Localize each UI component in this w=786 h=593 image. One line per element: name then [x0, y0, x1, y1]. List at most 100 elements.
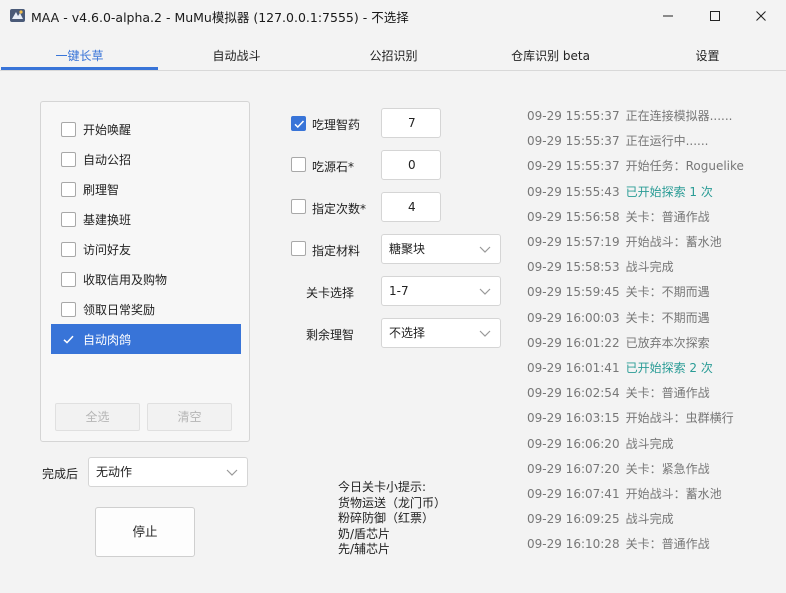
log-entry: 09-29 16:00:03 关卡：不期而遇 [527, 309, 710, 325]
log-timestamp: 09-29 15:58:53 [527, 260, 620, 275]
chevron-down-icon [479, 288, 491, 295]
task-item-startup[interactable]: 开始唤醒 [51, 114, 241, 144]
tab-divider [0, 70, 786, 71]
maximize-icon [710, 10, 720, 21]
tips-line: 粉碎防御（红票） [338, 511, 435, 525]
select-all-button[interactable]: 全选 [55, 403, 140, 431]
log-timestamp: 09-29 15:56:58 [527, 209, 620, 224]
times-checkbox[interactable] [291, 199, 306, 214]
remaining-sanity-value: 不选择 [389, 326, 426, 340]
log-message: 开始战斗：蓄水池 [625, 487, 722, 501]
log-timestamp: 09-29 16:07:20 [527, 461, 620, 476]
log-message: 战斗完成 [625, 260, 674, 275]
material-value: 糖聚块 [389, 242, 426, 256]
material-checkbox[interactable] [291, 241, 306, 256]
log-entry: 09-29 16:10:28 关卡：普通作战 [527, 535, 710, 551]
medicine-input[interactable]: 7 [381, 108, 441, 138]
log-message: 已开始探索 2 次 [625, 361, 713, 375]
check-icon [63, 335, 74, 344]
log-entry: 09-29 15:55:43 已开始探索 1 次 [527, 183, 713, 199]
window-title: MAA - v4.6.0-alpha.2 - MuMu模拟器 (127.0.0.… [31, 10, 409, 25]
log-entry: 09-29 15:57:19 开始战斗：蓄水池 [527, 233, 722, 249]
log-entry: 09-29 15:55:37 开始任务：Roguelike [527, 157, 744, 173]
task-checkbox[interactable] [61, 271, 76, 287]
log-entry: 09-29 16:07:20 关卡：紧急作战 [527, 460, 710, 476]
task-checkbox[interactable] [61, 211, 76, 227]
log-timestamp: 09-29 15:55:37 [527, 134, 620, 149]
log-message: 开始战斗：蓄水池 [625, 235, 722, 249]
log-entry: 09-29 15:59:45 关卡：不期而遇 [527, 283, 710, 299]
log-entry: 09-29 16:01:22 已放弃本次探索 [527, 334, 710, 350]
stage-label: 关卡选择 [306, 286, 355, 300]
stone-input[interactable]: 0 [381, 150, 441, 180]
after-completion-select[interactable]: 无动作 [88, 457, 248, 487]
log-message: 关卡：紧急作战 [625, 461, 710, 476]
task-label: 收取信用及购物 [83, 272, 168, 287]
medicine-checkbox[interactable] [291, 116, 306, 131]
tab-auto-battle[interactable]: 自动战斗 [158, 41, 315, 71]
stop-button[interactable]: 停止 [95, 507, 195, 557]
task-checkbox[interactable] [61, 301, 76, 317]
minimize-icon [663, 15, 673, 16]
task-checkbox[interactable] [61, 151, 76, 167]
tab-settings[interactable]: 设置 [629, 41, 786, 71]
log-timestamp: 09-29 15:57:19 [527, 235, 620, 249]
task-checkbox[interactable] [61, 241, 76, 257]
task-checkbox[interactable] [61, 181, 76, 197]
task-item-visit[interactable]: 访问好友 [51, 234, 241, 264]
chevron-down-icon [479, 246, 491, 253]
log-timestamp: 09-29 16:02:54 [527, 386, 620, 401]
minimize-button[interactable] [645, 0, 691, 31]
stone-checkbox[interactable] [291, 157, 306, 172]
log-timestamp: 09-29 15:55:37 [527, 109, 620, 123]
times-input[interactable]: 4 [381, 192, 441, 222]
log-message: 战斗完成 [625, 436, 674, 451]
task-checkbox[interactable] [61, 121, 76, 137]
log-timestamp: 09-29 16:03:15 [527, 411, 620, 426]
stone-label: 吃源石* [312, 160, 355, 174]
maximize-button[interactable] [692, 0, 738, 31]
log-timestamp: 09-29 15:55:37 [527, 159, 620, 174]
medicine-label: 吃理智药 [312, 118, 361, 132]
log-message: 正在连接模拟器...... [625, 109, 733, 123]
tab-depot[interactable]: 仓库识别 beta [472, 41, 629, 71]
log-entry: 09-29 16:06:20 战斗完成 [527, 435, 674, 451]
log-timestamp: 09-29 16:00:03 [527, 310, 620, 325]
log-entry: 09-29 16:01:41 已开始探索 2 次 [527, 359, 713, 375]
task-list-panel: 开始唤醒 自动公招 刷理智 基建换班 访问好友 收取信用及购物 领取日常奖励 自… [40, 101, 250, 442]
tab-recruit[interactable]: 公招识别 [315, 41, 472, 71]
log-entry: 09-29 15:56:58 关卡：普通作战 [527, 208, 710, 224]
stage-select[interactable]: 1-7 [381, 276, 501, 306]
material-select[interactable]: 糖聚块 [381, 234, 501, 264]
app-icon [10, 9, 25, 22]
task-label: 自动肉鸽 [83, 332, 132, 347]
task-item-roguelike[interactable]: 自动肉鸽 [51, 324, 241, 354]
tips-line: 先/辅芯片 [338, 542, 391, 556]
log-message: 战斗完成 [625, 512, 674, 527]
log-timestamp: 09-29 15:55:43 [527, 184, 620, 199]
log-timestamp: 09-29 16:07:41 [527, 487, 620, 501]
log-message: 正在运行中...... [625, 134, 709, 149]
log-timestamp: 09-29 16:09:25 [527, 512, 620, 527]
task-item-recruit[interactable]: 自动公招 [51, 144, 241, 174]
log-timestamp: 09-29 15:59:45 [527, 285, 620, 300]
close-button[interactable] [738, 0, 784, 31]
remaining-sanity-select[interactable]: 不选择 [381, 318, 501, 348]
stage-tips: 今日关卡小提示: 货物运送（龙门币） 粉碎防御（红票） 奶/盾芯片 先/辅芯片 [338, 480, 446, 558]
log-timestamp: 09-29 16:10:28 [527, 537, 620, 552]
task-label: 开始唤醒 [83, 122, 132, 137]
task-item-sanity[interactable]: 刷理智 [51, 174, 241, 204]
task-label: 领取日常奖励 [83, 302, 156, 317]
task-item-mall[interactable]: 收取信用及购物 [51, 264, 241, 294]
task-item-award[interactable]: 领取日常奖励 [51, 294, 241, 324]
log-message: 关卡：普通作战 [625, 386, 710, 401]
log-entry: 09-29 16:07:41 开始战斗：蓄水池 [527, 485, 722, 501]
log-message: 关卡：普通作战 [625, 209, 710, 224]
clear-button[interactable]: 清空 [147, 403, 232, 431]
task-checkbox[interactable] [61, 332, 76, 347]
material-label: 指定材料 [312, 244, 361, 258]
log-entry: 09-29 15:55:37 正在连接模拟器...... [527, 107, 732, 123]
task-item-infrast[interactable]: 基建换班 [51, 204, 241, 234]
log-timestamp: 09-29 16:01:22 [527, 335, 620, 350]
after-completion-label: 完成后 [42, 467, 79, 481]
